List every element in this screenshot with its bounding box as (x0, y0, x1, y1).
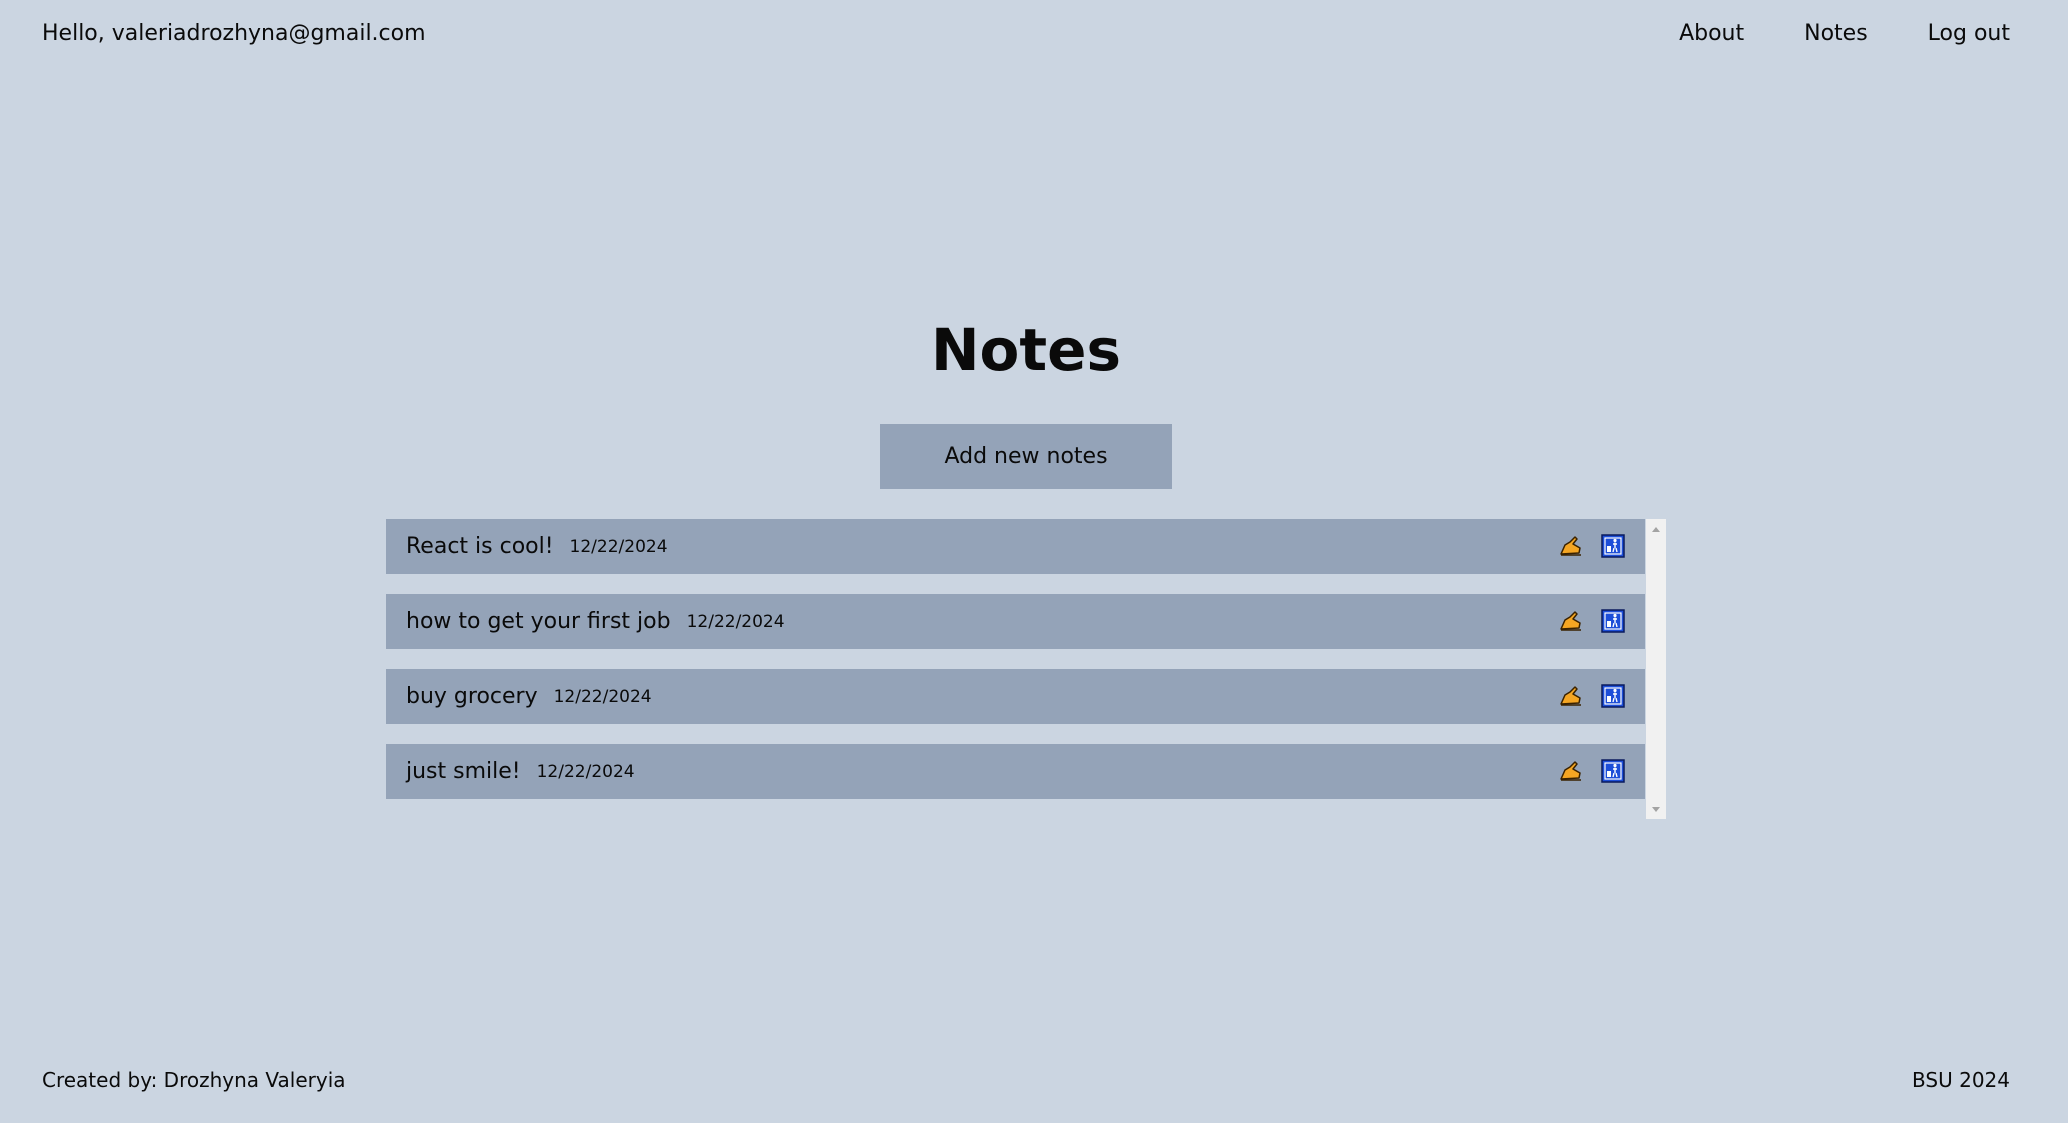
notes-scrollbar[interactable] (1646, 519, 1666, 819)
footer-credits: Created by: Drozhyna Valeryia (42, 1068, 346, 1092)
nav-link-notes[interactable]: Notes (1804, 17, 1868, 51)
notes-list: React is cool! 12/22/2024 how to get you… (386, 519, 1646, 819)
note-actions (1559, 609, 1625, 633)
trash-icon[interactable] (1601, 534, 1625, 558)
note-actions (1559, 759, 1625, 783)
writing-hand-icon[interactable] (1559, 534, 1583, 558)
writing-hand-icon[interactable] (1559, 684, 1583, 708)
note-date: 12/22/2024 (553, 686, 652, 707)
list-item: React is cool! 12/22/2024 (386, 519, 1645, 574)
list-item: just smile! 12/22/2024 (386, 744, 1645, 799)
nav-link-logout[interactable]: Log out (1928, 17, 2010, 51)
note-title: buy grocery (406, 684, 538, 709)
note-date: 12/22/2024 (536, 761, 635, 782)
note-actions (1559, 534, 1625, 558)
note-title: how to get your first job (406, 609, 671, 634)
trash-icon[interactable] (1601, 684, 1625, 708)
writing-hand-icon[interactable] (1559, 609, 1583, 633)
note-date: 12/22/2024 (569, 536, 668, 557)
trash-icon[interactable] (1601, 609, 1625, 633)
writing-hand-icon[interactable] (1559, 759, 1583, 783)
footer-year: BSU 2024 (1912, 1068, 2010, 1092)
main-nav: About Notes Log out (1679, 17, 2010, 51)
user-greeting: Hello, valeriadrozhyna@gmail.com (42, 21, 426, 46)
note-actions (1559, 684, 1625, 708)
scroll-down-arrow-icon[interactable] (1646, 799, 1666, 819)
page-title: Notes (931, 316, 1121, 384)
trash-icon[interactable] (1601, 759, 1625, 783)
list-item: how to get your first job 12/22/2024 (386, 594, 1645, 649)
note-title: just smile! (406, 759, 521, 784)
page-header: Hello, valeriadrozhyna@gmail.com About N… (0, 0, 2068, 68)
scroll-up-arrow-icon[interactable] (1646, 519, 1666, 539)
add-new-notes-button[interactable]: Add new notes (880, 424, 1172, 489)
note-title: React is cool! (406, 534, 554, 559)
list-item: buy grocery 12/22/2024 (386, 669, 1645, 724)
nav-link-about[interactable]: About (1679, 17, 1744, 51)
note-date: 12/22/2024 (686, 611, 785, 632)
